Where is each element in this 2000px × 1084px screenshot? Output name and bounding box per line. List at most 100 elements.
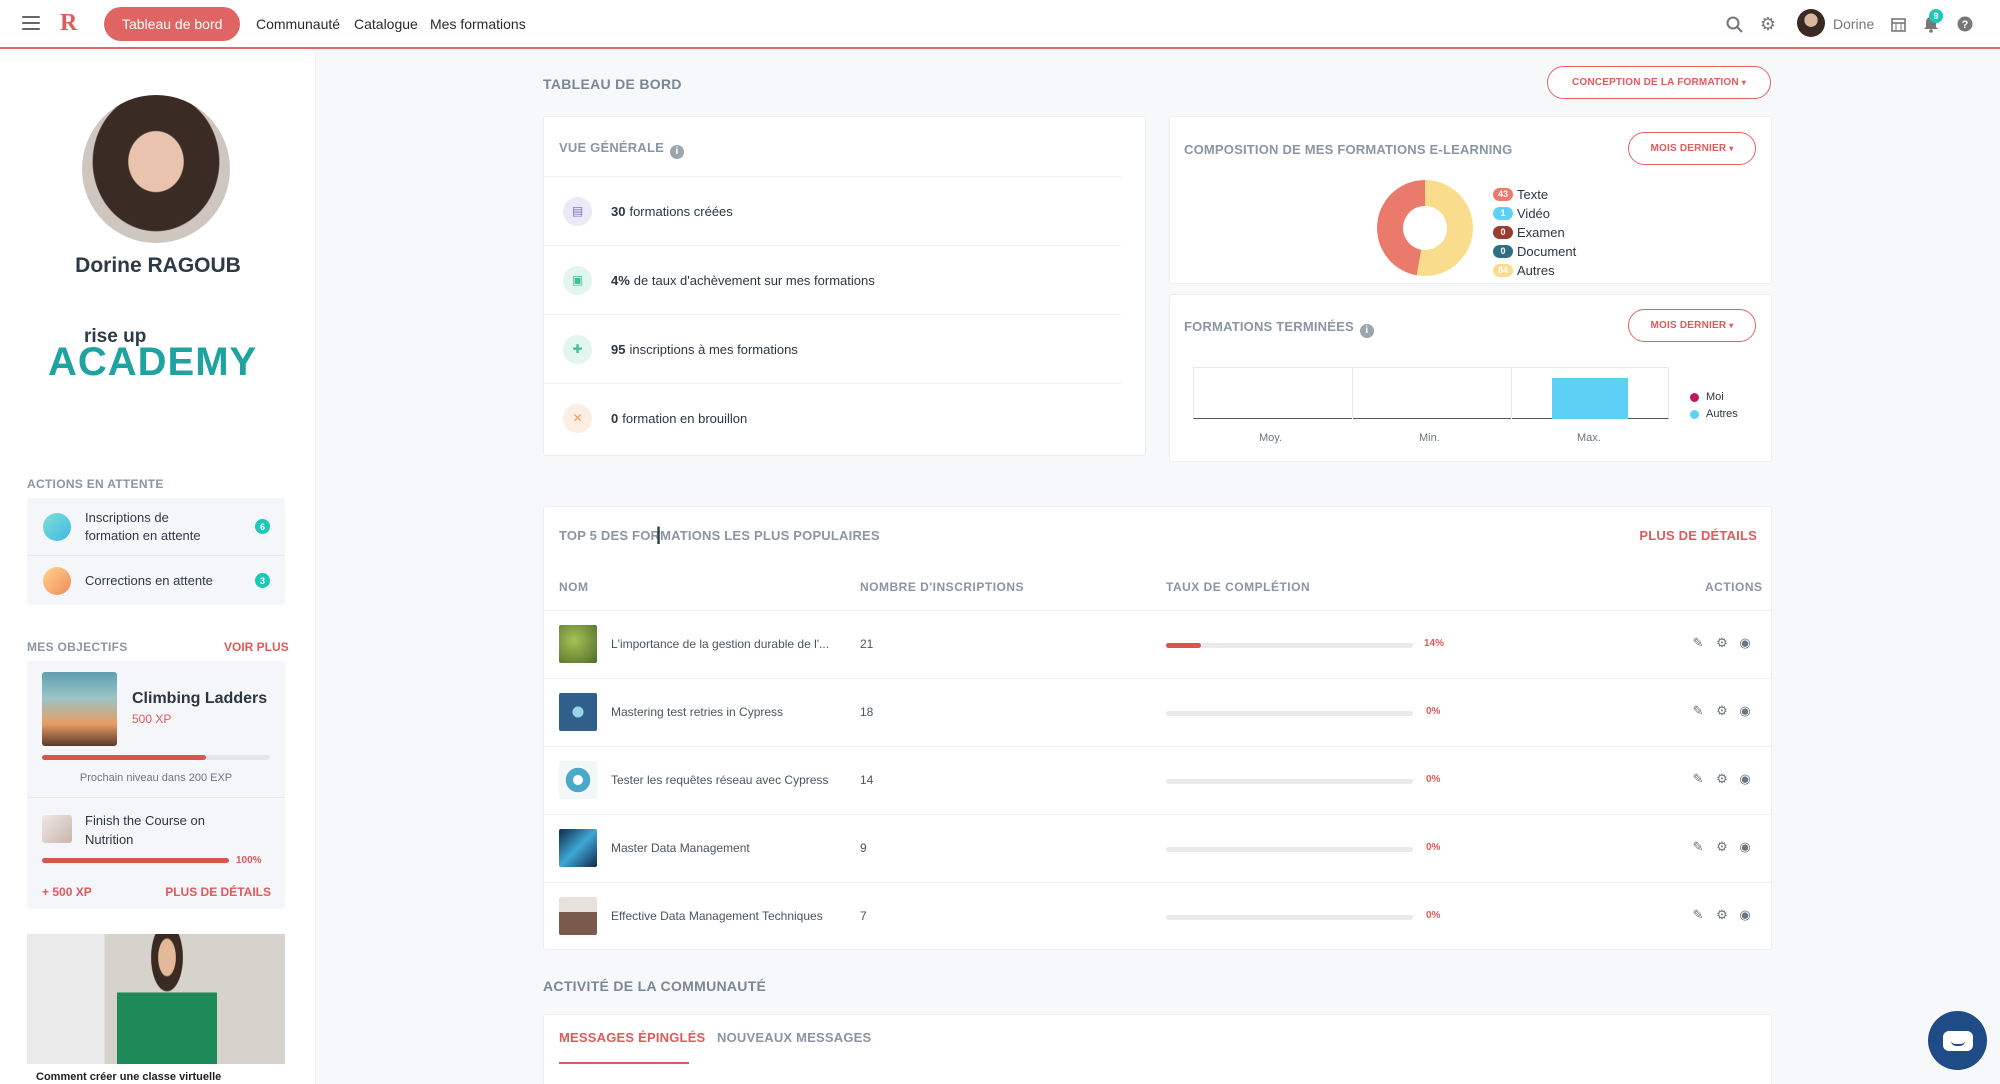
overview-title: VUE GÉNÉRALE i <box>559 140 684 159</box>
edit-icon[interactable]: ✎ <box>1690 907 1706 923</box>
tab-new-messages[interactable]: NOUVEAUX MESSAGES <box>717 1030 871 1045</box>
table-row[interactable]: Tester les requêtes réseau avec Cypress … <box>544 746 1772 814</box>
gear-icon[interactable]: ⚙ <box>1714 635 1730 651</box>
nav-catalogue[interactable]: Catalogue <box>354 16 418 32</box>
legend-count: 84 <box>1493 263 1513 277</box>
pending-corrections-label: Corrections en attente <box>85 572 213 588</box>
edit-icon[interactable]: ✎ <box>1690 635 1706 651</box>
video-caption[interactable]: Comment créer une classe virtuelle <box>36 1071 221 1083</box>
column-enrollments[interactable]: NOMBRE D'INSCRIPTIONS <box>860 580 1024 594</box>
info-icon[interactable]: i <box>1359 324 1374 338</box>
app-logo[interactable]: R <box>60 10 77 37</box>
completion-percent: 14% <box>1424 638 1445 649</box>
video-thumbnail[interactable] <box>27 934 285 1064</box>
training-name[interactable]: Master Data Management <box>611 841 851 855</box>
gear-icon[interactable]: ⚙ <box>1714 703 1730 719</box>
divider <box>27 797 285 798</box>
table-row[interactable]: Mastering test retries in Cypress 18 0% … <box>544 678 1772 746</box>
training-enrollments: 14 <box>860 773 874 787</box>
bar-legend-me: Moi <box>1690 391 1724 403</box>
menu-icon[interactable] <box>22 16 40 30</box>
user-avatar[interactable] <box>1797 9 1825 37</box>
logo-academy: ACADEMY <box>48 340 258 384</box>
sub-goal-title[interactable]: Finish the Course on Nutrition <box>85 811 255 849</box>
design-training-label: CONCEPTION DE LA FORMATION <box>1571 77 1739 88</box>
user-add-icon: ✚ <box>563 334 592 364</box>
column-name[interactable]: NOM <box>559 580 589 594</box>
gear-icon[interactable]: ⚙ <box>1714 907 1730 923</box>
completion-bar <box>1166 643 1413 648</box>
help-icon[interactable]: ? <box>1954 13 1976 35</box>
goal-bonus-xp: + 500 XP <box>42 885 92 899</box>
legend-count: 1 <box>1493 206 1513 220</box>
eye-icon[interactable]: ◉ <box>1737 771 1753 787</box>
pending-corrections[interactable]: Corrections en attente 3 <box>27 555 285 605</box>
search-icon[interactable] <box>1723 13 1745 35</box>
objectives-details-link[interactable]: PLUS DE DÉTAILS <box>165 885 271 899</box>
edit-icon[interactable]: ✎ <box>1690 703 1706 719</box>
eye-icon[interactable]: ◉ <box>1737 703 1753 719</box>
edit-icon[interactable]: ✎ <box>1690 839 1706 855</box>
training-name[interactable]: Tester les requêtes réseau avec Cypress <box>611 773 851 787</box>
clipboard-icon: ▣ <box>563 265 592 295</box>
column-completion[interactable]: TAUX DE COMPLÉTION <box>1166 580 1310 594</box>
calendar-icon[interactable] <box>1887 13 1909 35</box>
goal-image <box>42 672 117 746</box>
completion-percent: 0% <box>1426 910 1441 921</box>
legend-count: 0 <box>1493 244 1513 258</box>
completed-period-button[interactable]: MOIS DERNIER ▾ <box>1628 309 1756 342</box>
top5-details-link[interactable]: PLUS DE DÉTAILS <box>1639 528 1757 543</box>
table-row[interactable]: L'importance de la gestion durable de l'… <box>544 610 1772 678</box>
goal-title[interactable]: Climbing Ladders <box>132 690 267 708</box>
training-name[interactable]: L'importance de la gestion durable de l'… <box>611 637 851 651</box>
bar-legend-others: Autres <box>1690 408 1738 420</box>
completed-title: FORMATIONS TERMINÉES i <box>1184 319 1374 338</box>
text-cursor-icon: I <box>655 522 663 550</box>
completion-percent: 0% <box>1426 706 1441 717</box>
profile-name: Dorine RAGOUB <box>75 254 241 277</box>
gear-icon[interactable]: ⚙ <box>1714 771 1730 787</box>
design-training-button[interactable]: CONCEPTION DE LA FORMATION ▾ <box>1547 66 1771 99</box>
training-enrollments: 9 <box>860 841 867 855</box>
training-enrollments: 18 <box>860 705 874 719</box>
completion-fill <box>1166 643 1201 648</box>
table-row[interactable]: Master Data Management 9 0% ✎ ⚙ ◉ <box>544 814 1772 882</box>
gear-icon[interactable]: ⚙ <box>1714 839 1730 855</box>
nav-dashboard[interactable]: Tableau de bord <box>104 7 241 41</box>
user-name[interactable]: Dorine <box>1833 16 1874 32</box>
svg-text:?: ? <box>1962 19 1969 31</box>
overview-value: 95 <box>611 341 626 357</box>
gear-icon[interactable]: ⚙ <box>1757 13 1779 35</box>
eye-icon[interactable]: ◉ <box>1737 635 1753 651</box>
overview-text: formation en brouillon <box>622 410 748 426</box>
eye-icon[interactable]: ◉ <box>1737 839 1753 855</box>
chat-button[interactable] <box>1928 1011 1987 1070</box>
edit-icon[interactable]: ✎ <box>1690 771 1706 787</box>
pending-enrollments[interactable]: Inscriptions de formation en attente 6 <box>27 498 285 555</box>
tools-icon: ✕ <box>563 403 592 433</box>
pending-actions-title: ACTIONS EN ATTENTE <box>27 477 164 491</box>
training-thumbnail <box>559 693 597 731</box>
training-thumbnail <box>559 829 597 867</box>
legend-document: 0 Document <box>1493 243 1576 259</box>
composition-period-label: MOIS DERNIER <box>1650 143 1727 154</box>
objectives-see-more[interactable]: VOIR PLUS <box>224 640 289 654</box>
training-name[interactable]: Mastering test retries in Cypress <box>611 705 851 719</box>
training-name[interactable]: Effective Data Management Techniques <box>611 909 851 923</box>
completion-percent: 0% <box>1426 774 1441 785</box>
eye-icon[interactable]: ◉ <box>1737 907 1753 923</box>
completion-bar <box>1166 847 1413 852</box>
pending-corrections-count: 3 <box>255 573 270 588</box>
tab-pinned-messages[interactable]: MESSAGES ÉPINGLÉS <box>559 1030 705 1045</box>
overview-text: de taux d'achèvement sur mes formations <box>633 272 875 288</box>
training-enrollments: 7 <box>860 909 867 923</box>
table-row[interactable]: Effective Data Management Techniques 7 0… <box>544 882 1772 950</box>
profile-photo <box>82 95 230 243</box>
enrollment-icon <box>43 512 71 541</box>
composition-period-button[interactable]: MOIS DERNIER ▾ <box>1628 132 1756 165</box>
info-icon[interactable]: i <box>669 145 684 159</box>
nav-community[interactable]: Communauté <box>256 16 340 32</box>
overview-card: VUE GÉNÉRALE i ▤ 30 formations créées ▣ 4%… <box>543 116 1146 456</box>
academy-logo: rise up ACADEMY <box>48 326 268 386</box>
nav-my-trainings[interactable]: Mes formations <box>430 16 526 32</box>
